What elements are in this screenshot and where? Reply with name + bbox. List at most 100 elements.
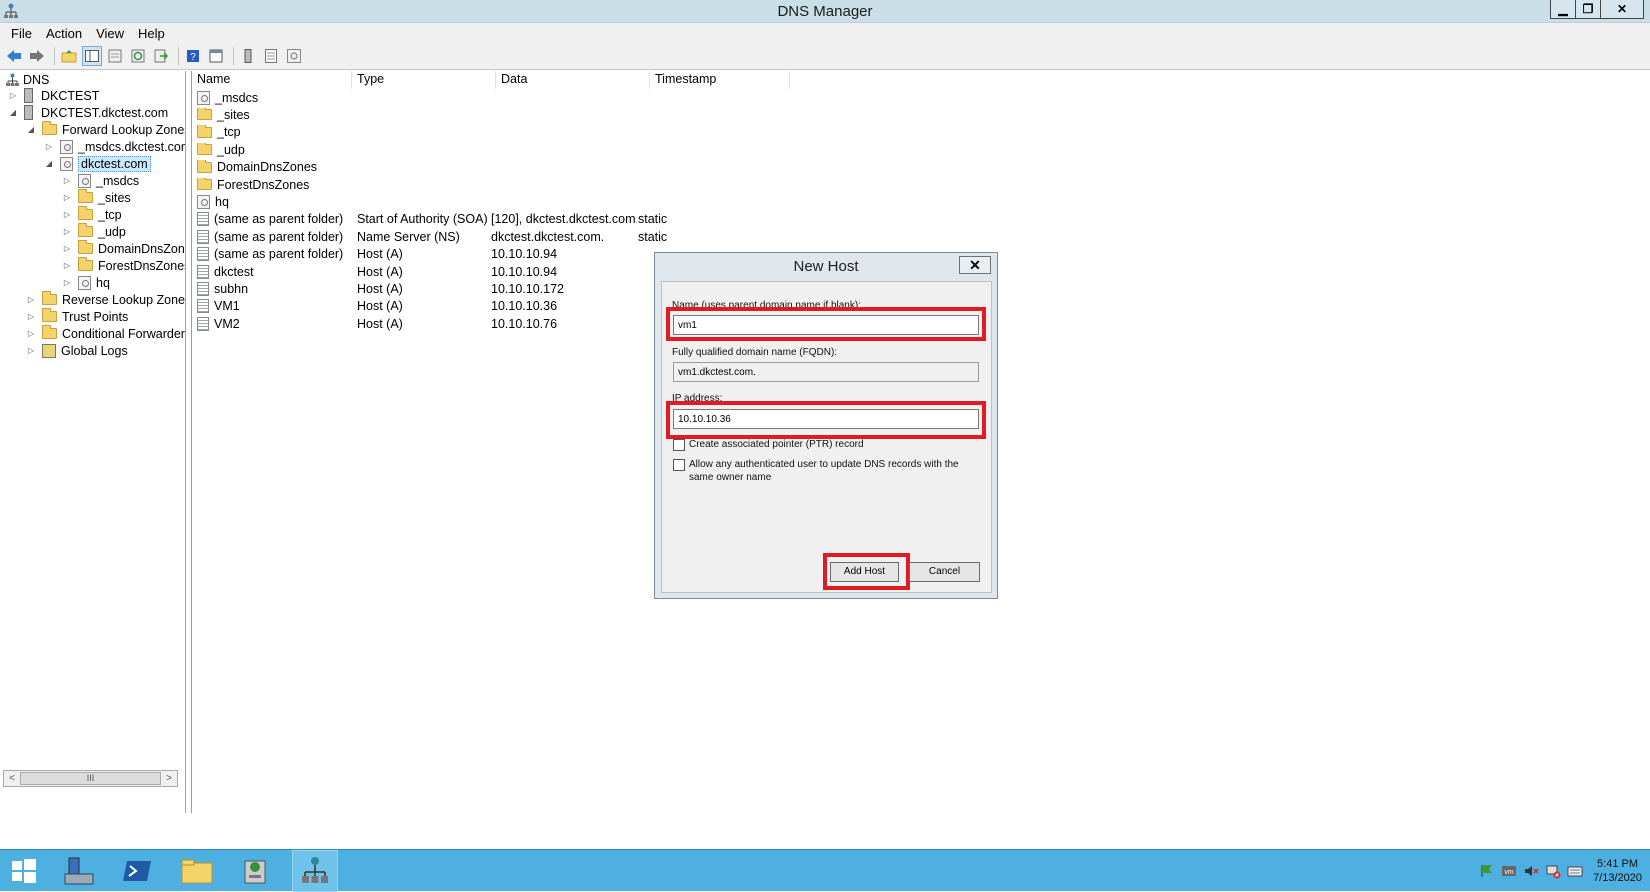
list-row[interactable]: _msdcs <box>192 89 777 106</box>
tree-item-tcp[interactable]: ▷ _tcp <box>62 206 122 223</box>
dns-manager-icon[interactable] <box>292 850 338 892</box>
list-row[interactable]: _sites <box>192 106 777 123</box>
scroll-thumb[interactable]: III <box>20 772 161 785</box>
tree-label: Forward Lookup Zones <box>62 122 186 137</box>
logs-icon <box>42 343 56 358</box>
expand-icon[interactable]: ▷ <box>62 261 72 270</box>
tree-label: Conditional Forwarders <box>62 326 186 341</box>
keyboard-icon[interactable] <box>1567 863 1583 879</box>
tree-item-udp[interactable]: ▷ _udp <box>62 223 126 240</box>
column-type[interactable]: Type <box>352 71 496 89</box>
expand-icon[interactable]: ▷ <box>44 142 54 151</box>
allow-update-checkbox[interactable] <box>673 459 685 471</box>
expand-icon[interactable]: ▷ <box>26 346 36 355</box>
menu-file[interactable]: File <box>4 26 39 41</box>
restore-button[interactable]: ❐ <box>1575 0 1601 19</box>
record-icon <box>197 212 209 227</box>
zone-icon[interactable] <box>284 46 304 66</box>
tree-label: DKCTEST <box>41 88 100 103</box>
row-name: (same as parent folder) <box>214 247 344 262</box>
allow-update-label-line2[interactable]: same owner name <box>689 472 771 484</box>
menu-view[interactable]: View <box>89 26 131 41</box>
tree-item-forestdnszones[interactable]: ▷ ForestDnsZones <box>62 257 185 274</box>
server-icon[interactable] <box>238 46 258 66</box>
expand-icon[interactable]: ▷ <box>62 210 72 219</box>
tree-item-dns[interactable]: DNS <box>6 71 49 88</box>
collapse-icon[interactable]: ◢ <box>26 125 36 134</box>
ptr-checkbox[interactable] <box>673 439 685 451</box>
list-row[interactable]: DomainDnsZones <box>192 159 777 176</box>
console-icon[interactable] <box>206 46 226 66</box>
expand-icon[interactable]: ▷ <box>62 278 72 287</box>
zone-icon <box>197 90 210 105</box>
dialog-close-button[interactable]: ✕ <box>959 256 991 274</box>
collapse-icon[interactable]: ◢ <box>8 108 18 117</box>
expand-icon[interactable]: ▷ <box>26 312 36 321</box>
tree-item-trust-points[interactable]: ▷ Trust Points <box>26 308 128 325</box>
row-name: ForestDnsZones <box>217 177 310 192</box>
properties-icon[interactable] <box>105 46 125 66</box>
tree-label: Global Logs <box>61 343 128 358</box>
expand-icon[interactable]: ▷ <box>62 193 72 202</box>
show-hide-tree-icon[interactable] <box>82 46 102 66</box>
expand-icon[interactable]: ▷ <box>62 176 72 185</box>
expand-icon[interactable]: ▷ <box>26 295 36 304</box>
tree-horizontal-scrollbar[interactable]: < III > <box>3 770 178 787</box>
tree-item-dkctest-fqdn[interactable]: ◢ DKCTEST.dkctest.com <box>8 104 168 121</box>
column-timestamp[interactable]: Timestamp <box>650 71 790 89</box>
list-row[interactable]: (same as parent folder) Name Server (NS) d… <box>192 228 777 245</box>
admin-tools-icon[interactable] <box>232 850 278 892</box>
list-row[interactable]: ForestDnsZones <box>192 176 777 193</box>
expand-icon[interactable]: ▷ <box>8 91 18 100</box>
record-icon[interactable] <box>261 46 281 66</box>
tree-item-dkctest[interactable]: ▷ DKCTEST <box>8 87 99 104</box>
menu-help[interactable]: Help <box>131 26 172 41</box>
network-error-icon[interactable] <box>1545 863 1561 879</box>
powershell-icon[interactable] <box>114 850 160 892</box>
expand-icon[interactable]: ▷ <box>62 227 72 236</box>
cancel-button[interactable]: Cancel <box>909 562 980 582</box>
ptr-checkbox-label[interactable]: Create associated pointer (PTR) record <box>689 439 864 451</box>
back-icon[interactable] <box>4 46 24 66</box>
tree-item-conditional-forwarders[interactable]: ▷ Conditional Forwarders <box>26 325 186 342</box>
tree-item-domaindnszones[interactable]: ▷ DomainDnsZones <box>62 240 185 257</box>
tree-item-forward-lookup-zones[interactable]: ◢ Forward Lookup Zones <box>26 121 186 138</box>
vm-icon[interactable]: vm <box>1501 863 1517 879</box>
action-center-icon[interactable] <box>1479 863 1495 879</box>
list-row[interactable]: _tcp <box>192 124 777 141</box>
record-icon <box>197 281 209 296</box>
start-icon[interactable] <box>6 850 42 892</box>
tree-item-reverse-lookup-zones[interactable]: ▷ Reverse Lookup Zones <box>26 291 185 308</box>
menu-action[interactable]: Action <box>39 26 89 41</box>
tree-item-sites[interactable]: ▷ _sites <box>62 189 131 206</box>
refresh-icon[interactable] <box>128 46 148 66</box>
collapse-icon[interactable]: ◢ <box>44 159 54 168</box>
list-row[interactable]: (same as parent folder) Start of Authorit… <box>192 211 777 228</box>
scroll-left-icon[interactable]: < <box>4 771 20 786</box>
up-folder-icon[interactable] <box>59 46 79 66</box>
console-tree: DNS ▷ DKCTEST ◢ DKCTEST.dkctest.com ◢ Fo… <box>0 71 186 813</box>
volume-muted-icon[interactable] <box>1523 863 1539 879</box>
allow-update-label-line1[interactable]: Allow any authenticated user to update D… <box>689 459 959 471</box>
forward-icon[interactable] <box>27 46 47 66</box>
column-data[interactable]: Data <box>496 71 650 89</box>
close-button[interactable]: ✕ <box>1600 0 1644 19</box>
clock[interactable]: 5:41 PM 7/13/2020 <box>1593 857 1642 885</box>
file-explorer-icon[interactable] <box>174 850 220 892</box>
export-icon[interactable] <box>151 46 171 66</box>
tree-item-msdcs-zone[interactable]: ▷ _msdcs.dkctest.com <box>44 138 185 155</box>
help-icon[interactable]: ? <box>183 46 203 66</box>
expand-icon[interactable]: ▷ <box>62 244 72 253</box>
column-name[interactable]: Name <box>192 71 352 89</box>
expand-icon[interactable]: ▷ <box>26 329 36 338</box>
tree-item-hq[interactable]: ▷ hq <box>62 274 110 291</box>
server-manager-icon[interactable] <box>56 850 102 892</box>
tree-item-global-logs[interactable]: ▷ Global Logs <box>26 342 128 359</box>
tree-item-msdcs[interactable]: ▷ _msdcs <box>62 172 139 189</box>
tree-item-dkctest-zone[interactable]: ◢ dkctest.com <box>44 155 151 172</box>
list-row[interactable]: hq <box>192 193 777 210</box>
cell-name: hq <box>192 194 353 209</box>
list-row[interactable]: _udp <box>192 141 777 158</box>
scroll-right-icon[interactable]: > <box>161 771 177 786</box>
minimize-button[interactable]: ▁ <box>1550 0 1576 19</box>
